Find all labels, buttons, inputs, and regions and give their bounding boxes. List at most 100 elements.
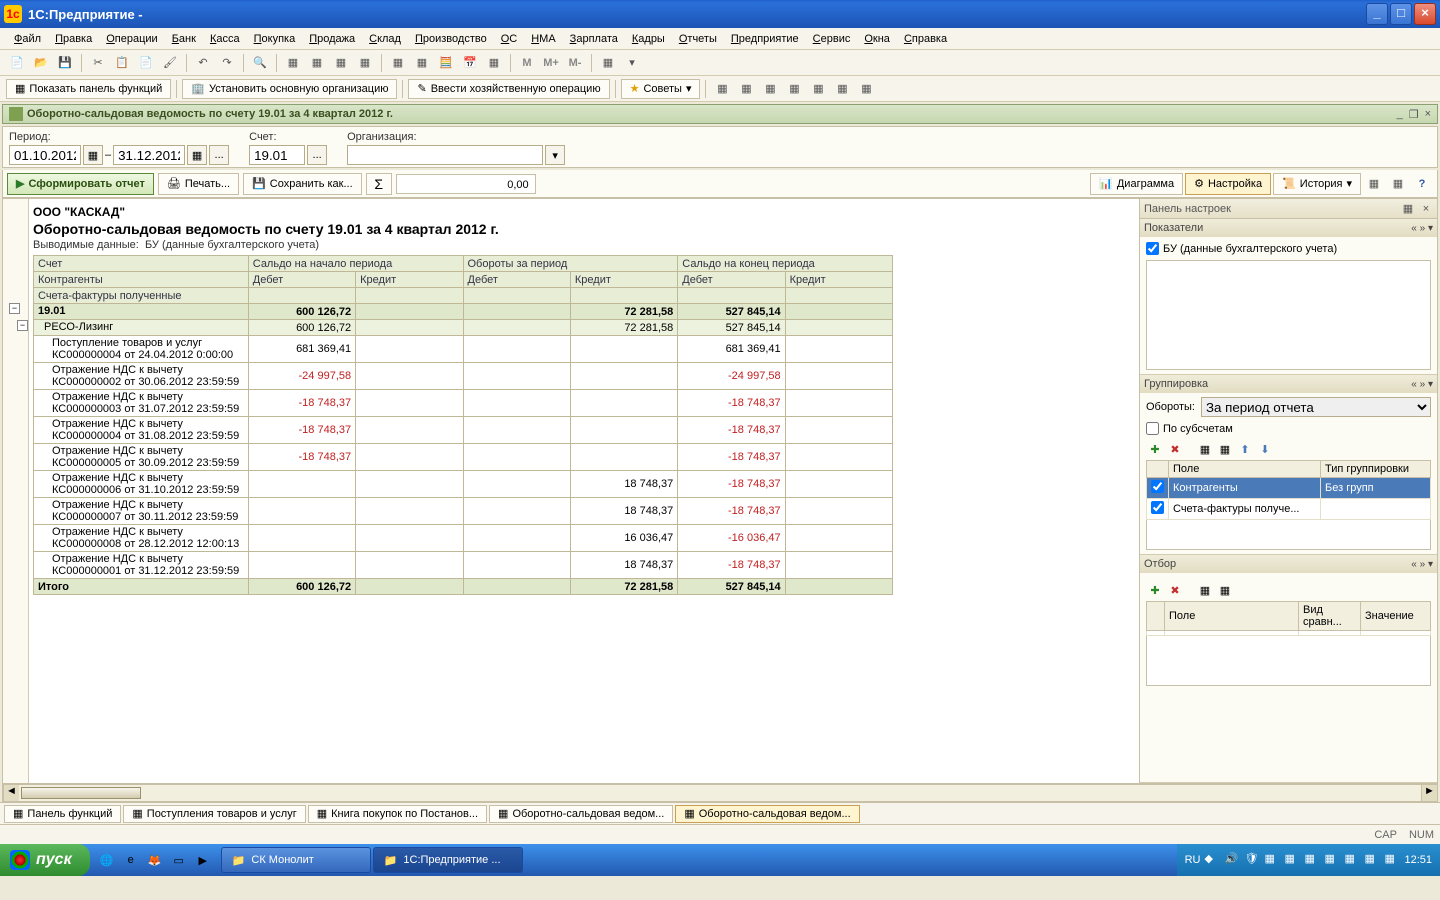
start-button[interactable]: пуск <box>0 844 90 876</box>
tray-icon[interactable]: ◆ <box>1204 852 1220 868</box>
tb2-icon-2[interactable]: ▦ <box>735 79 757 99</box>
history-button[interactable]: 📜История▾ <box>1273 173 1361 195</box>
tray-icon[interactable]: ▦ <box>1344 852 1360 868</box>
table-row[interactable]: Отражение НДС к вычету КС000000006 от 31… <box>34 471 893 498</box>
find-icon[interactable]: 🔍 <box>249 53 271 73</box>
undo-icon[interactable]: ↶ <box>192 53 214 73</box>
table-row[interactable]: Отражение НДС к вычету КС000000008 от 28… <box>34 525 893 552</box>
mplus-icon[interactable]: M+ <box>540 53 562 73</box>
table-row[interactable]: Отражение НДС к вычету КС000000005 от 30… <box>34 444 893 471</box>
grouping-row[interactable]: КонтрагентыБез групп <box>1147 478 1431 499</box>
tb2-icon-1[interactable]: ▦ <box>711 79 733 99</box>
tray-icon[interactable]: ▦ <box>1284 852 1300 868</box>
tb-icon-2[interactable]: ▦ <box>306 53 328 73</box>
redo-icon[interactable]: ↷ <box>216 53 238 73</box>
doc-close-button[interactable]: × <box>1425 108 1431 121</box>
tb-icon-3[interactable]: ▦ <box>330 53 352 73</box>
grp-add-icon[interactable]: ✚ <box>1146 440 1164 458</box>
tray-icon[interactable]: ▦ <box>1324 852 1340 868</box>
brush-icon[interactable]: 🖌 <box>159 53 181 73</box>
maximize-button[interactable]: □ <box>1390 3 1412 25</box>
menu-банк[interactable]: Банк <box>166 31 202 47</box>
clock[interactable]: 12:51 <box>1404 854 1432 866</box>
tb-icon-6[interactable]: ▦ <box>411 53 433 73</box>
by-subaccounts-checkbox[interactable]: По субсчетам <box>1146 421 1431 436</box>
menu-отчеты[interactable]: Отчеты <box>673 31 723 47</box>
new-icon[interactable]: 📄 <box>6 53 28 73</box>
menu-нма[interactable]: НМА <box>525 31 561 47</box>
flt-icon-2[interactable]: ▦ <box>1216 581 1234 599</box>
calendar-icon[interactable]: 📅 <box>459 53 481 73</box>
tray-icon[interactable]: ▦ <box>1304 852 1320 868</box>
grp-icon-1[interactable]: ▦ <box>1196 440 1214 458</box>
tray-icon[interactable]: ▦ <box>1264 852 1280 868</box>
close-button[interactable]: × <box>1414 3 1436 25</box>
table-row[interactable]: Отражение НДС к вычету КС000000004 от 31… <box>34 417 893 444</box>
grp-delete-icon[interactable]: ✖ <box>1166 440 1184 458</box>
flt-add-icon[interactable]: ✚ <box>1146 581 1164 599</box>
taskbar-button[interactable]: 📁СК Монолит <box>221 847 371 873</box>
table-row[interactable]: Поступление товаров и услуг КС000000004 … <box>34 336 893 363</box>
doc-minimize-button[interactable]: _ <box>1397 108 1403 121</box>
org-dropdown-button[interactable]: ▾ <box>545 145 565 165</box>
copy-icon[interactable]: 📋 <box>111 53 133 73</box>
ql-desktop-icon[interactable]: ▭ <box>168 849 190 871</box>
tb-icon-5[interactable]: ▦ <box>387 53 409 73</box>
menu-кадры[interactable]: Кадры <box>626 31 671 47</box>
flt-icon-1[interactable]: ▦ <box>1196 581 1214 599</box>
tb-icon-7[interactable]: ▦ <box>483 53 505 73</box>
tb2-icon-5[interactable]: ▦ <box>807 79 829 99</box>
window-tab[interactable]: ▦Книга покупок по Постанов... <box>308 805 487 823</box>
form-report-button[interactable]: ▶Сформировать отчет <box>7 173 154 195</box>
table-row[interactable]: РЕСО-Лизинг600 126,7272 281,58527 845,14 <box>34 320 893 336</box>
table-row[interactable]: Отражение НДС к вычету КС000000007 от 30… <box>34 498 893 525</box>
tray-icon[interactable]: ▦ <box>1384 852 1400 868</box>
window-tab[interactable]: ▦Оборотно-сальдовая ведом... <box>675 805 859 823</box>
panel-close-icon[interactable]: × <box>1419 202 1433 216</box>
actionbar-icon-2[interactable]: ▦ <box>1387 174 1409 194</box>
table-row[interactable]: Отражение НДС к вычету КС000000001 от 31… <box>34 552 893 579</box>
menu-справка[interactable]: Справка <box>898 31 953 47</box>
account-input[interactable] <box>249 145 305 165</box>
ql-media-icon[interactable]: ▶ <box>192 849 214 871</box>
calc-icon[interactable]: 🧮 <box>435 53 457 73</box>
panel-funcs-button[interactable]: ▦Показать панель функций <box>6 79 171 99</box>
diagram-button[interactable]: 📊Диаграмма <box>1090 173 1183 195</box>
cut-icon[interactable]: ✂ <box>87 53 109 73</box>
tb-icon-1[interactable]: ▦ <box>282 53 304 73</box>
org-input[interactable] <box>347 145 543 165</box>
lang-indicator[interactable]: RU <box>1185 854 1201 866</box>
table-row[interactable]: Отражение НДС к вычету КС000000003 от 31… <box>34 390 893 417</box>
menu-зарплата[interactable]: Зарплата <box>564 31 624 47</box>
account-ellipsis-button[interactable]: ... <box>307 145 327 165</box>
menu-предприятие[interactable]: Предприятие <box>725 31 805 47</box>
menu-продажа[interactable]: Продажа <box>303 31 361 47</box>
ql-firefox-icon[interactable]: 🦊 <box>144 849 166 871</box>
minimize-button[interactable]: _ <box>1366 3 1388 25</box>
sigma-button[interactable]: Σ <box>366 173 392 195</box>
date-to-input[interactable] <box>113 145 185 165</box>
save-icon[interactable]: 💾 <box>54 53 76 73</box>
grp-up-icon[interactable]: ⬆ <box>1236 440 1254 458</box>
flt-delete-icon[interactable]: ✖ <box>1166 581 1184 599</box>
enter-op-button[interactable]: ✎Ввести хозяйственную операцию <box>408 79 609 99</box>
tb-icon-8[interactable]: ▦ <box>597 53 619 73</box>
tb2-icon-6[interactable]: ▦ <box>831 79 853 99</box>
grp-nav[interactable]: « » ▾ <box>1411 379 1433 390</box>
ql-ie-icon[interactable]: e <box>120 849 142 871</box>
grp-down-icon[interactable]: ⬇ <box>1256 440 1274 458</box>
menu-правка[interactable]: Правка <box>49 31 98 47</box>
print-button[interactable]: 🖨Печать... <box>158 173 239 195</box>
settings-button[interactable]: ⚙Настройка <box>1185 173 1271 195</box>
tb-icon-9[interactable]: ▾ <box>621 53 643 73</box>
doc-restore-button[interactable]: ❐ <box>1409 108 1419 121</box>
turnover-select[interactable]: За период отчета <box>1201 397 1431 417</box>
paste-icon[interactable]: 📄 <box>135 53 157 73</box>
tb-icon-4[interactable]: ▦ <box>354 53 376 73</box>
window-tab[interactable]: ▦Поступления товаров и услуг <box>123 805 305 823</box>
date-from-input[interactable] <box>9 145 81 165</box>
date-to-picker-icon[interactable]: ▦ <box>187 145 207 165</box>
menu-склад[interactable]: Склад <box>363 31 407 47</box>
menu-операции[interactable]: Операции <box>100 31 163 47</box>
tips-button[interactable]: ★Советы▾ <box>621 79 701 99</box>
